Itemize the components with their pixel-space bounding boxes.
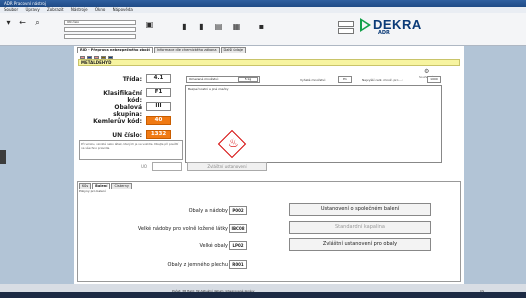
tab-rid[interactable]: RID - Přeprava nebezpečného zboží [77, 47, 153, 53]
window-title: ADR Pracovní nástroj [0, 0, 526, 7]
field-value-kemler: 40 [146, 116, 171, 125]
field-label-classification: Klasifikační kód: [103, 90, 142, 104]
tab-chem-law[interactable]: Informace dle chemického zákona [153, 47, 220, 53]
summary-icon[interactable]: ⚙ [424, 68, 429, 75]
packing-code-1[interactable]: P002 [229, 206, 247, 215]
left-panel [0, 46, 74, 284]
field-value-packing-group: III [146, 102, 171, 111]
packing-label-3: Velké obaly [199, 243, 228, 249]
back-icon[interactable]: ← [18, 18, 27, 27]
excepted-qty-value: E1 [338, 76, 352, 83]
field-label-kemler: Kemlerův kód: [93, 118, 142, 125]
packing-code-3[interactable]: LP02 [229, 241, 247, 250]
packing-label-2: Velké nádoby pro volně ložené látky [137, 226, 228, 232]
taskbar [0, 292, 526, 298]
name-search-field[interactable] [64, 27, 136, 32]
packing-label-4: Obaly z jemného plechu [167, 262, 228, 268]
excepted-qty-label: Vyňaté množství: [300, 78, 327, 82]
limited-qty-label: Omezené množství: [189, 77, 219, 81]
menu-item-tools[interactable]: Nástroje [71, 7, 88, 12]
main-tabs: RID - Přeprava nebezpečného zboží Informa… [77, 47, 247, 53]
un-search-field[interactable]: UN číslo [64, 20, 136, 25]
abc2-button[interactable] [338, 28, 354, 34]
copy-icon[interactable]: ▮ [197, 22, 206, 31]
menu-item-view[interactable]: Zobrazit [47, 7, 64, 12]
print-icon[interactable]: ▮ [180, 22, 189, 31]
max-qty-label: Nejvyšší celk. množ. pro ...: [362, 78, 404, 82]
right-panel [464, 46, 526, 284]
filter-icon[interactable]: ▾ [4, 18, 13, 27]
menu-item-file[interactable]: Soubor [4, 7, 18, 12]
code-search-field[interactable] [64, 34, 136, 39]
field-label-un-number: UN číslo: [112, 132, 142, 139]
search-icon[interactable]: ⌕ [33, 18, 42, 27]
standard-liquid-button[interactable]: Standardní kapalina [289, 221, 431, 234]
packing-code-2[interactable]: IBC08 [229, 224, 247, 233]
flame-icon: ♨ [228, 136, 239, 150]
label-icon[interactable]: ▤ [214, 22, 223, 31]
substance-name: METALDEHYD [78, 59, 460, 66]
uo-label: UO [141, 164, 148, 169]
limited-qty-value: 5 kg [238, 77, 258, 82]
hazard-title: Bezpečnostní a jiné značky [188, 87, 229, 91]
packing-subtitle: Pokyny pro balení [79, 189, 106, 193]
packing-label-1: Obaly a nádoby [188, 208, 228, 214]
special-packing-provisions-button[interactable]: Zvláštní ustanovení pro obaly [289, 238, 431, 251]
tree-icon[interactable]: ▪ [257, 22, 266, 31]
field-value-un-number: 1332 [146, 130, 171, 139]
field-value-class: 4.1 [146, 74, 171, 83]
field-value-classification: F1 [146, 88, 171, 97]
uo-field[interactable] [152, 162, 182, 171]
abc-button[interactable] [338, 21, 354, 27]
special-provisions-button[interactable]: Zvláštní ustanovení [187, 162, 267, 171]
max-qty-value: 1000 [427, 76, 441, 83]
find-icon[interactable]: ▣ [145, 20, 154, 29]
menu-item-edit[interactable]: Úpravy [25, 7, 39, 12]
field-label-class: Třída: [122, 76, 142, 83]
dekra-logo-arrow-inner [362, 20, 368, 29]
calculator-icon[interactable]: ▦ [232, 22, 241, 31]
menu-item-help[interactable]: Nápověda [113, 7, 133, 12]
packing-code-4[interactable]: R001 [229, 260, 247, 269]
note-box: Při vzniku, vzniklé nebo látek, kterých … [79, 140, 183, 160]
left-edge-block [0, 150, 6, 164]
field-label-packing-group: Obalová skupina: [113, 104, 142, 118]
hazard-panel [185, 85, 442, 163]
mixed-packing-button[interactable]: Ustanovení o společném balení [289, 203, 431, 216]
tab-other[interactable]: Další údaje [220, 47, 246, 53]
tab-cisterny[interactable]: Cisterny [111, 183, 132, 189]
dekra-sub-logo: ADR [378, 30, 390, 36]
menu-item-window[interactable]: Okno [95, 7, 105, 12]
